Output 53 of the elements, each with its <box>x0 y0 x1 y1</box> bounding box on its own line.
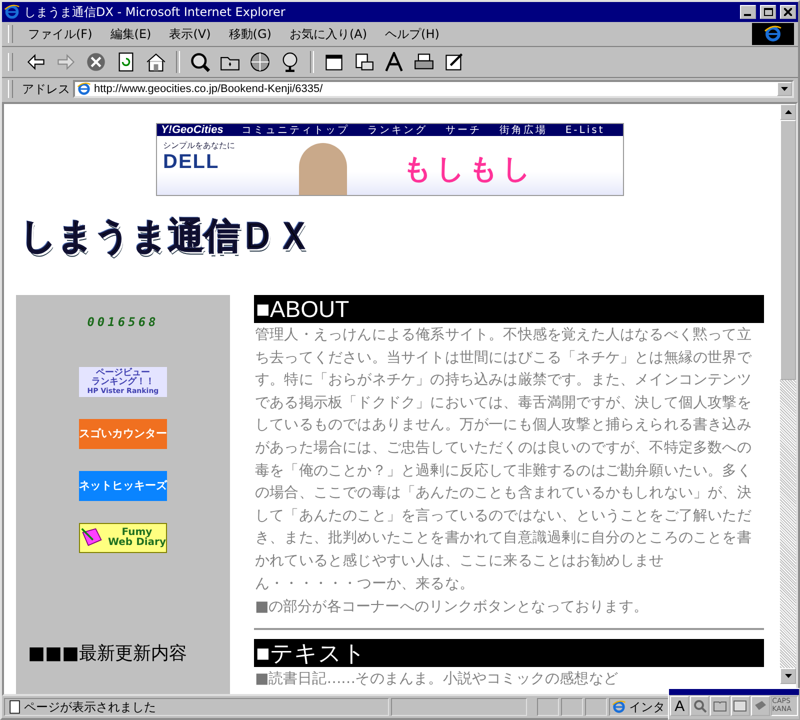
sidebar-heading: ■■■最新更新内容 <box>28 642 188 665</box>
section-heading: ■テキスト <box>254 639 764 668</box>
pad-button[interactable] <box>730 696 750 716</box>
nav-link[interactable]: 街角広場 <box>499 123 548 137</box>
input-mode-button[interactable]: A <box>670 696 690 716</box>
menu-item[interactable]: ヘルプ(H) <box>376 26 448 42</box>
close-button[interactable] <box>780 5 796 19</box>
window-title: しまうま通信DX - Microsoft Internet Explorer <box>24 4 286 20</box>
close-icon <box>784 8 792 16</box>
maximize-icon <box>764 8 772 16</box>
status-panel <box>585 698 607 716</box>
ad-logo: DELL <box>163 151 220 174</box>
menu-item[interactable]: お気に入り(A) <box>280 26 376 42</box>
brand-logo[interactable]: Y!GeoCities <box>161 124 224 136</box>
photo-placeholder <box>299 143 347 195</box>
nav-link[interactable]: ランキング <box>367 123 428 137</box>
minimize-button[interactable] <box>740 5 756 19</box>
menu-item[interactable]: 編集(E) <box>101 26 160 42</box>
menu-item[interactable]: 表示(V) <box>160 26 220 42</box>
diary-badge[interactable]: Fumy Web Diary <box>79 523 167 553</box>
pad-icon <box>733 699 748 713</box>
nav-link[interactable]: E-List <box>565 124 605 136</box>
visitor-counter: 0016568 <box>87 315 159 329</box>
link-badge[interactable]: ネットヒッキーズ <box>79 471 167 501</box>
status-text: ページが表示されました <box>24 698 156 716</box>
address-label: アドレス <box>22 80 70 98</box>
menu-item[interactable]: ファイル(F) <box>19 26 102 42</box>
book-button[interactable] <box>750 696 770 716</box>
ie-logo-icon <box>752 23 794 45</box>
address-field[interactable]: http://www.geocities.co.jp/Bookend-Kenji/6335/ <box>73 80 794 98</box>
section-heading: ■ABOUT <box>254 295 764 323</box>
link-note: ■読書日記……そのまんま。小説やコミックの感想など <box>255 669 619 690</box>
ie-logo-icon <box>612 700 626 714</box>
status-panel <box>537 698 559 716</box>
maximize-button[interactable] <box>760 5 776 19</box>
ad-text: もしもし <box>403 151 535 187</box>
scrollbar[interactable] <box>780 104 796 684</box>
about-text: 管理人・えっけんによる俺系サイト。不快感を覚えた人はなるべく黙って立ち去ってください。当サイトは世間にはびこる「ネチケ」とは無縁の世界です。特に「おらがネチケ」の持ち込みは厳禁です。また、メインコンテンツである掲示板「ドクドク」においては、毒舌満開ですが、決して個人攻撃をしているものではありません。万が一にも個人攻撃と捕らえられる書き込みがあった場合には、ご忠告していただくのは良いのですが、不特定多数への毒を「俺のことか？」と過剰に反応して非難するのはご勘弁願いたい。多くの場合、ここでの毒は「あんたのことも含まれているかもしれない」が、決して「あんたのこと」を言っているのではない、ということをご了解いただき、また、批判めいたことを書かれて自意識過剰に自分のところのことを書かれていると感じやすい人は、ここに来ることはお勧めしません・・・・・・つーか、来るな。 <box>255 325 753 594</box>
zone-text: インタ <box>629 698 665 716</box>
nav-link[interactable]: コミュニティトップ <box>241 123 350 137</box>
site-title: しまうま通信ＤＸ <box>20 215 312 259</box>
page-icon <box>7 700 21 714</box>
ad-tagline: シンプルをあなたに <box>163 140 235 151</box>
ie-logo-icon <box>4 4 20 20</box>
up-arrow-icon[interactable] <box>784 110 792 114</box>
search-icon <box>692 699 707 713</box>
nav-link[interactable]: サーチ <box>445 123 482 137</box>
link-note: ■の部分が各コーナーへのリンクボタンとなっております。 <box>255 597 649 618</box>
page-icon <box>77 82 91 96</box>
dictionary-button[interactable] <box>710 696 730 716</box>
menu-item[interactable]: 移動(G) <box>220 26 280 42</box>
down-arrow-icon[interactable] <box>784 674 792 678</box>
status-panel <box>561 698 583 716</box>
